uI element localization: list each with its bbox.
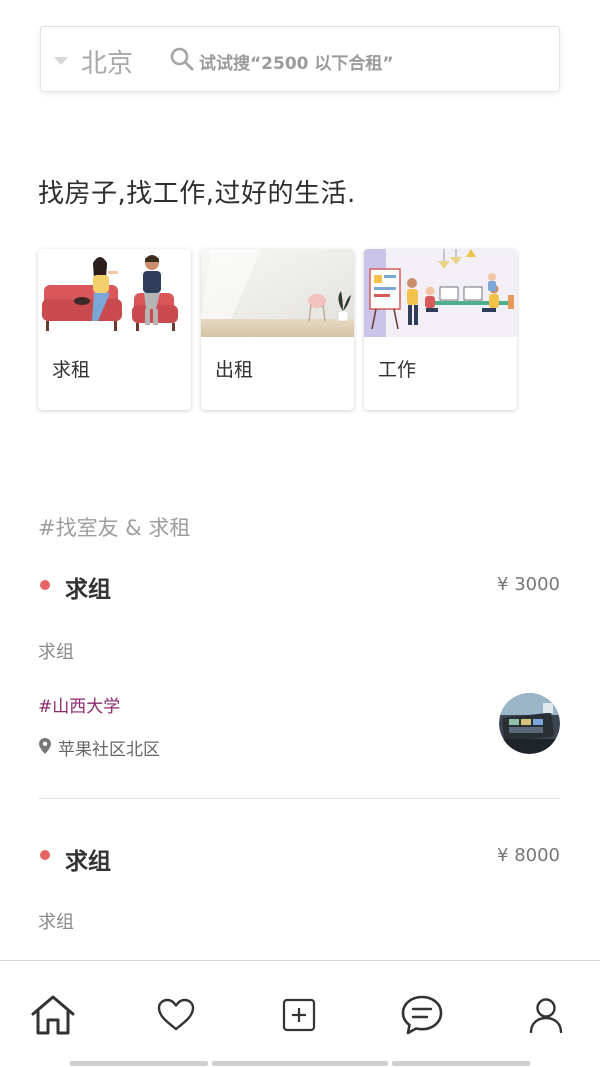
search-icon <box>170 47 194 71</box>
listing-description: 求组 <box>38 912 74 933</box>
tab-profile[interactable] <box>522 991 570 1039</box>
listing-card[interactable]: 求组 ¥ 3000 求组 #山西大学 苹果社区北区 <box>38 560 560 800</box>
listing-tag[interactable]: #山西大学 <box>38 692 120 717</box>
city-dropdown-caret-icon[interactable] <box>54 57 68 65</box>
chat-bubble-icon <box>401 995 443 1035</box>
category-card-jobs[interactable]: 工作 <box>364 249 517 410</box>
page-headline: 找房子,找工作,过好的生活. <box>38 179 356 209</box>
user-icon <box>529 998 563 1034</box>
home-icon <box>31 995 75 1035</box>
listing-title: 求组 <box>65 849 111 875</box>
tab-home[interactable] <box>29 991 77 1039</box>
city-selector[interactable]: 北京 <box>81 43 133 80</box>
status-dot <box>40 580 50 590</box>
category-label: 求租 <box>52 359 91 381</box>
empty-room-illustration <box>201 249 354 337</box>
listing-divider <box>38 798 560 799</box>
avatar[interactable] <box>499 693 560 754</box>
category-card-rent-seek[interactable]: 求租 <box>38 249 191 410</box>
category-card-for-rent[interactable]: 出租 <box>201 249 354 410</box>
office-team-illustration <box>364 249 517 337</box>
listing-title: 求组 <box>65 577 111 603</box>
listing-price: ¥ 3000 <box>497 574 560 595</box>
category-label: 工作 <box>378 359 417 381</box>
plus-square-icon <box>282 998 316 1032</box>
tab-favorites[interactable] <box>152 991 200 1039</box>
section-title: #找室友 & 求租 <box>38 516 191 540</box>
search-bar[interactable]: 北京 试试搜“2500 以下合租” <box>40 26 560 92</box>
heart-icon <box>157 998 195 1031</box>
tab-messages[interactable] <box>398 991 446 1039</box>
people-on-sofa-illustration <box>38 249 191 337</box>
listing-price: ¥ 8000 <box>497 845 560 866</box>
tab-publish[interactable] <box>275 991 323 1039</box>
listing-card[interactable]: 求组 ¥ 8000 求组 <box>38 830 560 950</box>
bottom-tab-bar <box>0 960 600 1067</box>
listing-location: 苹果社区北区 <box>58 740 160 760</box>
home-indicator-segment <box>70 1061 208 1066</box>
category-label: 出租 <box>215 359 254 381</box>
home-indicator-segment <box>212 1061 388 1066</box>
search-input[interactable]: 试试搜“2500 以下合租” <box>199 49 394 74</box>
status-dot <box>40 850 50 860</box>
home-indicator-segment <box>392 1061 530 1066</box>
location-pin-icon <box>39 738 51 754</box>
listing-description: 求组 <box>38 642 74 663</box>
